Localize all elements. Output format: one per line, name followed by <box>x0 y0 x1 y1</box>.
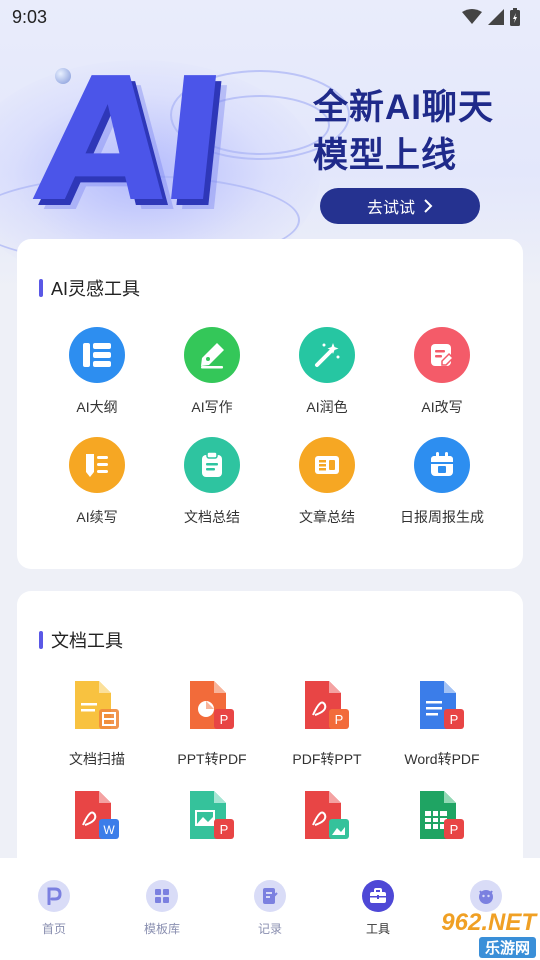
ppt-to-pdf-icon: P <box>184 679 240 735</box>
tool-doc-summary[interactable]: 文档总结 <box>149 437 275 527</box>
tool-label: AI改写 <box>421 399 463 415</box>
signal-icon <box>488 9 504 25</box>
watermark-line1: 962.NET <box>441 908 536 936</box>
tab-label: 记录 <box>257 922 282 936</box>
image-to-pdf-icon: P <box>184 789 240 845</box>
tool-ai-rewrite[interactable]: AI改写 <box>379 327 505 417</box>
tool-ai-write[interactable]: AI写作 <box>149 327 275 417</box>
svg-text:P: P <box>450 712 459 727</box>
doc-scan-icon <box>69 679 125 735</box>
pdf-to-image-icon <box>299 789 355 845</box>
title-accent-bar <box>39 279 43 297</box>
tool-image-to-pdf[interactable]: P <box>149 789 275 845</box>
watermark-line2: 乐游网 <box>478 936 536 958</box>
tool-label: PDF转PPT <box>292 751 362 767</box>
tool-label: 文章总结 <box>299 509 355 525</box>
word-to-pdf-icon: P <box>414 679 470 735</box>
tool-word-to-pdf[interactable]: P Word转PDF <box>379 679 505 769</box>
status-icons <box>462 8 520 26</box>
ai-tools-title: AI灵感工具 <box>39 275 140 301</box>
title-accent-bar <box>39 631 43 649</box>
tool-ai-polish[interactable]: AI润色 <box>264 327 390 417</box>
profile-icon <box>470 880 502 912</box>
battery-icon <box>510 8 520 26</box>
svg-text:P: P <box>220 712 229 727</box>
calendar-icon <box>414 437 470 493</box>
tool-label: 日报周报生成 <box>400 509 484 525</box>
try-it-button[interactable]: 去试试 <box>320 188 480 224</box>
tool-pdf-to-ppt[interactable]: P PDF转PPT <box>264 679 390 769</box>
watermark: 962.NET 乐游网 <box>402 908 536 958</box>
record-icon <box>254 880 286 912</box>
magic-wand-icon <box>299 327 355 383</box>
article-icon <box>299 437 355 493</box>
tab-home[interactable]: 首页 <box>0 858 108 960</box>
svg-text:P: P <box>220 822 229 837</box>
banner-title-line2: 模型上线 <box>313 136 458 175</box>
continue-write-icon <box>69 437 125 493</box>
tool-label: PPT转PDF <box>177 751 247 767</box>
tool-pdf-to-word[interactable]: W <box>34 789 160 845</box>
excel-to-pdf-icon: P <box>414 789 470 845</box>
tab-records[interactable]: 记录 <box>216 858 324 960</box>
tool-label: 文档扫描 <box>69 751 125 767</box>
tool-label: 文档总结 <box>184 509 240 525</box>
doc-tools-title-text: 文档工具 <box>51 631 123 651</box>
tool-article-summary[interactable]: 文章总结 <box>264 437 390 527</box>
status-bar: 9:03 <box>0 0 540 34</box>
tab-label: 首页 <box>41 922 66 936</box>
tab-label: 工具 <box>365 922 390 936</box>
doc-tools-title: 文档工具 <box>39 627 123 653</box>
ai-tools-title-text: AI灵感工具 <box>51 279 141 299</box>
ai-tools-card: AI灵感工具 AI大纲 AI写作 AI润色 AI改写 AI续写 文档总结 文章总… <box>17 239 523 569</box>
tab-templates[interactable]: 模板库 <box>108 858 216 960</box>
tool-label: AI写作 <box>191 399 233 415</box>
banner-title: 全新AI聊天 模型上线 <box>313 85 494 179</box>
pdf-to-word-icon: W <box>69 789 125 845</box>
home-p-icon <box>38 880 70 912</box>
svg-text:W: W <box>103 823 115 837</box>
tool-ai-outline[interactable]: AI大纲 <box>34 327 160 417</box>
tool-report-gen[interactable]: 日报周报生成 <box>379 437 505 527</box>
tool-label: AI大纲 <box>76 399 118 415</box>
outline-icon <box>69 327 125 383</box>
banner-ai-logo: AI <box>27 42 228 240</box>
status-time: 9:03 <box>12 6 48 27</box>
tool-doc-scan[interactable]: 文档扫描 <box>34 679 160 769</box>
toolbox-icon <box>362 880 394 912</box>
tool-ppt-to-pdf[interactable]: P PPT转PDF <box>149 679 275 769</box>
tool-label: Word转PDF <box>404 751 480 767</box>
tool-excel-to-pdf[interactable]: P <box>379 789 505 845</box>
svg-text:P: P <box>450 822 459 837</box>
tool-label: AI续写 <box>76 509 118 525</box>
tool-label: AI润色 <box>306 399 348 415</box>
chevron-right-icon <box>424 199 433 213</box>
pen-icon <box>184 327 240 383</box>
try-it-label: 去试试 <box>366 200 415 217</box>
clipboard-icon <box>184 437 240 493</box>
tool-ai-continue[interactable]: AI续写 <box>34 437 160 527</box>
tab-label: 模板库 <box>143 922 180 936</box>
banner-title-line1: 全新AI聊天 <box>313 88 495 127</box>
svg-text:P: P <box>335 712 344 727</box>
tool-pdf-to-image[interactable] <box>264 789 390 845</box>
grid-icon <box>146 880 178 912</box>
wifi-icon <box>462 9 482 24</box>
edit-doc-icon <box>414 327 470 383</box>
pdf-to-ppt-icon: P <box>299 679 355 735</box>
doc-tools-card: 文档工具 文档扫描 P PPT转PDF P PDF转PPT P Word转PDF… <box>17 591 523 891</box>
